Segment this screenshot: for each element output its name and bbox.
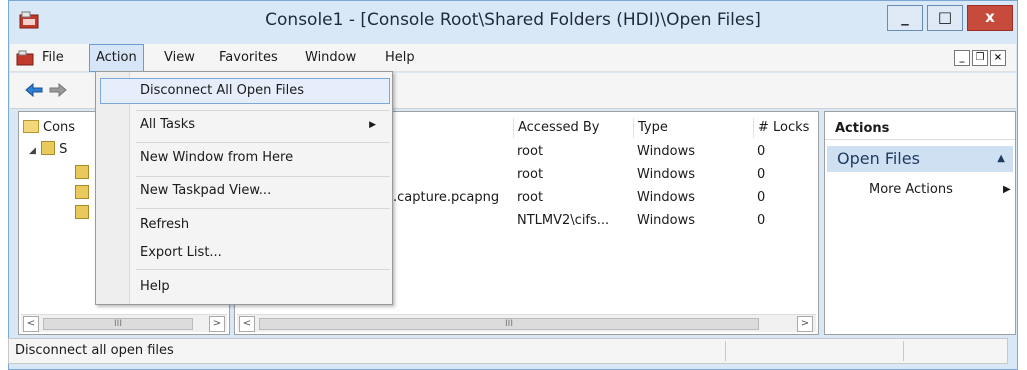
- column-header-type[interactable]: Type: [633, 118, 753, 138]
- menu-item-disconnect-all[interactable]: Disconnect All Open Files: [100, 78, 390, 104]
- menu-file[interactable]: File: [42, 44, 64, 72]
- tree-horizontal-scrollbar[interactable]: < III >: [21, 314, 227, 332]
- menu-window[interactable]: Window: [305, 44, 356, 72]
- scroll-left-button[interactable]: <: [23, 316, 39, 332]
- mmc-window: Console1 - [Console Root\Shared Folders …: [8, 0, 1018, 370]
- locks-cell: 0: [757, 144, 766, 159]
- status-text: Disconnect all open files: [15, 343, 174, 358]
- maximize-button[interactable]: □: [927, 5, 963, 31]
- submenu-arrow-icon: ▶: [1003, 184, 1011, 195]
- title-bar[interactable]: Console1 - [Console Root\Shared Folders …: [9, 1, 1017, 41]
- menu-item-help[interactable]: Help: [100, 274, 390, 300]
- mdi-minimize-button[interactable]: _: [954, 50, 970, 66]
- list-horizontal-scrollbar[interactable]: < III >: [237, 314, 816, 332]
- shares-icon: [75, 165, 89, 179]
- type-cell: Windows: [637, 190, 696, 205]
- tree-item-shared-folders[interactable]: ◢ S: [29, 140, 67, 160]
- forward-arrow-icon[interactable]: [48, 82, 68, 98]
- type-cell: Windows: [637, 144, 696, 159]
- accessed-by-cell: NTLMV2\cifs...: [517, 213, 610, 228]
- menu-separator: [136, 176, 390, 177]
- accessed-by-cell: root: [517, 190, 544, 205]
- column-header-accessed-by[interactable]: Accessed By: [513, 118, 633, 138]
- menu-separator: [136, 142, 390, 143]
- menu-separator: [136, 110, 390, 111]
- tree-item-label: S: [59, 142, 68, 157]
- scroll-left-button[interactable]: <: [239, 316, 255, 332]
- actions-pane: Actions Open Files ▲ More Actions ▶: [824, 111, 1016, 335]
- mdi-close-button[interactable]: ×: [990, 50, 1006, 66]
- sessions-icon: [75, 185, 89, 199]
- tree-item-console-root[interactable]: Cons: [23, 118, 75, 138]
- tree-item-shares[interactable]: [75, 164, 89, 184]
- locks-cell: 0: [757, 190, 766, 205]
- open-files-icon: [75, 205, 89, 219]
- menu-help[interactable]: Help: [385, 44, 415, 72]
- back-arrow-icon[interactable]: [24, 82, 44, 98]
- tree-item-sessions[interactable]: [75, 184, 89, 204]
- menu-favorites[interactable]: Favorites: [219, 44, 278, 72]
- open-file-cell: .capture.pcapng: [393, 190, 500, 205]
- actions-group-label: Open Files: [837, 149, 920, 168]
- menu-item-export-list[interactable]: Export List...: [100, 240, 390, 266]
- shared-folder-icon: [41, 141, 55, 155]
- actions-group-open-files[interactable]: Open Files ▲: [827, 146, 1013, 172]
- menu-separator: [136, 208, 390, 209]
- submenu-arrow-icon: ▶: [369, 120, 376, 130]
- folder-icon: [23, 120, 39, 133]
- status-divider: [725, 341, 726, 361]
- expand-triangle-icon[interactable]: ◢: [29, 141, 41, 161]
- menu-separator: [136, 269, 390, 270]
- menu-item-new-taskpad[interactable]: New Taskpad View...: [100, 178, 390, 204]
- accessed-by-cell: root: [517, 167, 544, 182]
- actions-pane-title: Actions: [825, 118, 1015, 140]
- more-actions-link[interactable]: More Actions: [869, 180, 953, 200]
- status-bar: Disconnect all open files: [8, 338, 1008, 364]
- scroll-right-button[interactable]: >: [209, 316, 225, 332]
- locks-cell: 0: [757, 213, 766, 228]
- mdi-restore-button[interactable]: ❐: [972, 50, 988, 66]
- window-title: Console1 - [Console Root\Shared Folders …: [265, 10, 761, 30]
- menu-item-new-window[interactable]: New Window from Here: [100, 145, 390, 171]
- accessed-by-cell: root: [517, 144, 544, 159]
- scroll-thumb[interactable]: III: [43, 318, 193, 330]
- type-cell: Windows: [637, 167, 696, 182]
- minimize-button[interactable]: _: [887, 5, 923, 31]
- console-menu-icon[interactable]: [16, 50, 34, 66]
- tree-item-label: Cons: [43, 120, 76, 135]
- menu-bar: File Action View Favorites Window Help _…: [10, 44, 1016, 72]
- close-button[interactable]: x: [967, 5, 1013, 31]
- scroll-right-button[interactable]: >: [797, 316, 813, 332]
- menu-action[interactable]: Action: [89, 44, 144, 72]
- menu-item-label: All Tasks: [140, 117, 196, 132]
- collapse-caret-icon[interactable]: ▲: [997, 146, 1005, 172]
- menu-view[interactable]: View: [164, 44, 195, 72]
- tree-item-open-files[interactable]: [75, 204, 89, 224]
- locks-cell: 0: [757, 167, 766, 182]
- column-header-locks[interactable]: # Locks: [753, 118, 819, 138]
- menu-item-refresh[interactable]: Refresh: [100, 212, 390, 238]
- action-menu-dropdown: Disconnect All Open Files All Tasks ▶ Ne…: [95, 71, 393, 305]
- menu-item-all-tasks[interactable]: All Tasks ▶: [100, 112, 390, 138]
- status-divider: [903, 341, 904, 361]
- scroll-thumb[interactable]: III: [259, 318, 759, 330]
- type-cell: Windows: [637, 213, 696, 228]
